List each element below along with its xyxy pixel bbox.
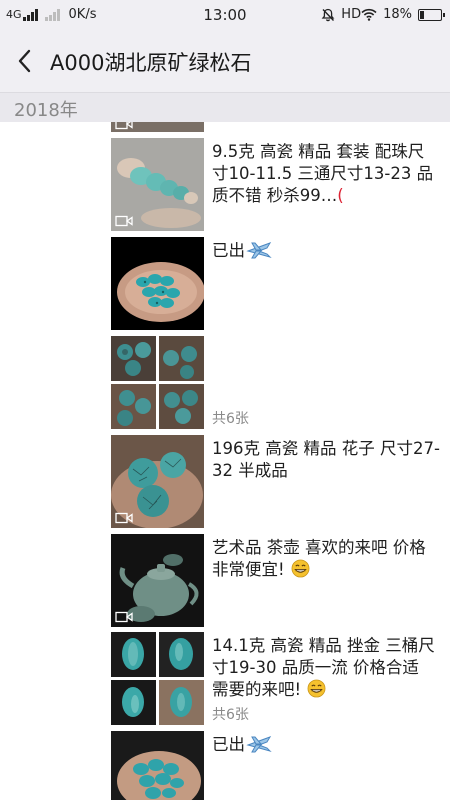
turquoise-pile-image [111, 731, 204, 800]
battery-level [420, 10, 424, 19]
post-text: 已出 [212, 240, 440, 262]
post-text: 14.1克 高瓷 精品 挫金 三桶尺寸19-30 品质一流 价格合适 需要的来吧… [212, 635, 440, 701]
post-thumbnail[interactable] [111, 237, 204, 330]
post-text-content: 已出 [212, 735, 245, 754]
airplane-icon [246, 736, 272, 753]
post-text-content: 9.5克 高瓷 精品 套装 配珠尺寸10-11.5 三通尺寸13-23 品质不错… [212, 142, 434, 205]
post-thumbnail[interactable] [111, 435, 204, 528]
turquoise-beads-hand-image [111, 237, 204, 330]
album-feed[interactable]: 9.5克 高瓷 精品 套装 配珠尺寸10-11.5 三通尺寸13-23 品质不错… [0, 122, 450, 800]
hd-badge: HD [341, 7, 362, 22]
post-text: 艺术品 茶壶 喜欢的来吧 价格非常便宜! [212, 537, 440, 581]
year-divider: 2018年 [0, 92, 450, 122]
grid-image[interactable] [159, 680, 204, 725]
year-label: 2018年 [14, 100, 78, 121]
video-icon [115, 122, 133, 130]
video-icon [115, 215, 133, 227]
post-text-content: 已出 [212, 241, 245, 260]
battery-icon [418, 8, 445, 21]
status-right: HD 18% [321, 7, 445, 22]
post-text: 9.5克 高瓷 精品 套装 配珠尺寸10-11.5 三通尺寸13-23 品质不错… [212, 141, 440, 207]
status-bar: 4G 0K/s 13:00 HD 18% [0, 0, 450, 30]
grid-image[interactable] [159, 336, 204, 381]
grid-image[interactable] [111, 680, 156, 725]
mute-icon [321, 8, 335, 21]
grid-image[interactable] [111, 336, 156, 381]
photo-count: 共6张 [212, 707, 249, 723]
grid-image[interactable] [159, 632, 204, 677]
chevron-left-icon[interactable] [14, 46, 36, 76]
post-thumbnail[interactable] [111, 534, 204, 627]
image-grid[interactable] [111, 632, 204, 725]
post-text: 已出 [212, 734, 440, 756]
battery-percent: 18% [383, 7, 412, 22]
video-icon [115, 611, 133, 623]
post-thumbnail[interactable] [111, 138, 204, 231]
grin-emoji-icon [291, 559, 310, 578]
post-thumbnail[interactable] [111, 731, 204, 800]
grid-image[interactable] [159, 384, 204, 429]
top-bar: A000湖北原矿绿松石 [0, 30, 450, 92]
grin-emoji-icon [307, 679, 326, 698]
video-icon [115, 512, 133, 524]
ellipsis-mark: ( [337, 186, 344, 205]
grid-image[interactable] [111, 632, 156, 677]
photo-count: 共6张 [212, 411, 249, 427]
post-thumbnail[interactable] [111, 122, 204, 132]
grid-image[interactable] [111, 384, 156, 429]
post-text-content: 艺术品 茶壶 喜欢的来吧 价格非常便宜! [212, 538, 426, 579]
airplane-icon [246, 242, 272, 259]
post-text: 196克 高瓷 精品 花子 尺寸27-32 半成品 [212, 439, 440, 480]
wifi-icon [361, 8, 377, 21]
page-title: A000湖北原矿绿松石 [50, 51, 252, 75]
image-grid[interactable] [111, 336, 204, 429]
